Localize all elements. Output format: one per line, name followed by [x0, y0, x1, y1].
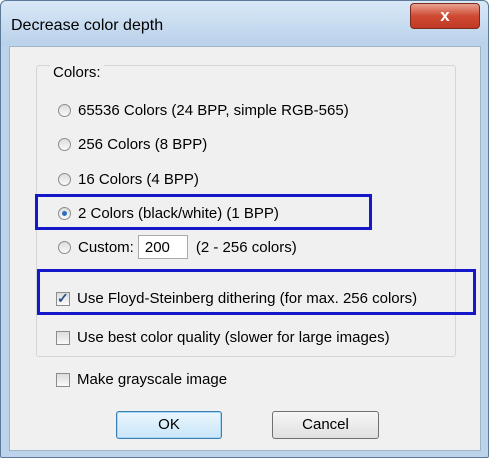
ok-button[interactable]: OK	[116, 411, 222, 439]
radio-label: 65536 Colors (24 BPP, simple RGB-565)	[78, 102, 349, 119]
close-button[interactable]: x	[410, 3, 480, 29]
colors-group-label: Colors:	[50, 64, 104, 81]
radio-256-colors[interactable]: 256 Colors (8 BPP)	[58, 136, 207, 153]
custom-range-label: (2 - 256 colors)	[195, 238, 297, 256]
radio-button[interactable]	[58, 240, 71, 254]
radio-label: 16 Colors (4 BPP)	[78, 171, 199, 188]
custom-colors-input[interactable]	[137, 235, 188, 259]
checkbox-unchecked[interactable]	[56, 330, 70, 345]
radio-16-colors[interactable]: 16 Colors (4 BPP)	[58, 171, 199, 188]
cancel-button[interactable]: Cancel	[272, 411, 379, 439]
annotation-highlight-2-colors	[35, 194, 372, 230]
checkbox-best-quality[interactable]: Use best color quality (slower for large…	[56, 329, 390, 346]
radio-button[interactable]	[58, 173, 71, 186]
title-bar[interactable]: Decrease color depth x	[1, 1, 488, 45]
close-icon: x	[440, 6, 450, 25]
dialog-title: Decrease color depth	[11, 17, 164, 34]
radio-label: 256 Colors (8 BPP)	[78, 136, 208, 153]
radio-65536-colors[interactable]: 65536 Colors (24 BPP, simple RGB-565)	[58, 102, 349, 119]
radio-button[interactable]	[58, 138, 71, 151]
checkbox-grayscale[interactable]: Make grayscale image	[56, 371, 227, 388]
checkbox-unchecked[interactable]	[56, 372, 70, 387]
custom-label: Custom:	[78, 238, 134, 256]
dialog-client-area: Colors: 65536 Colors (24 BPP, simple RGB…	[9, 46, 481, 451]
annotation-highlight-dithering	[37, 269, 476, 315]
radio-button[interactable]	[58, 104, 71, 117]
radio-custom[interactable]: Custom: (2 - 256 colors)	[58, 235, 297, 259]
checkbox-label: Use best color quality (slower for large…	[77, 329, 390, 346]
checkbox-label: Make grayscale image	[77, 371, 228, 388]
dialog-window: Decrease color depth x Colors: 65536 Col…	[0, 0, 489, 458]
